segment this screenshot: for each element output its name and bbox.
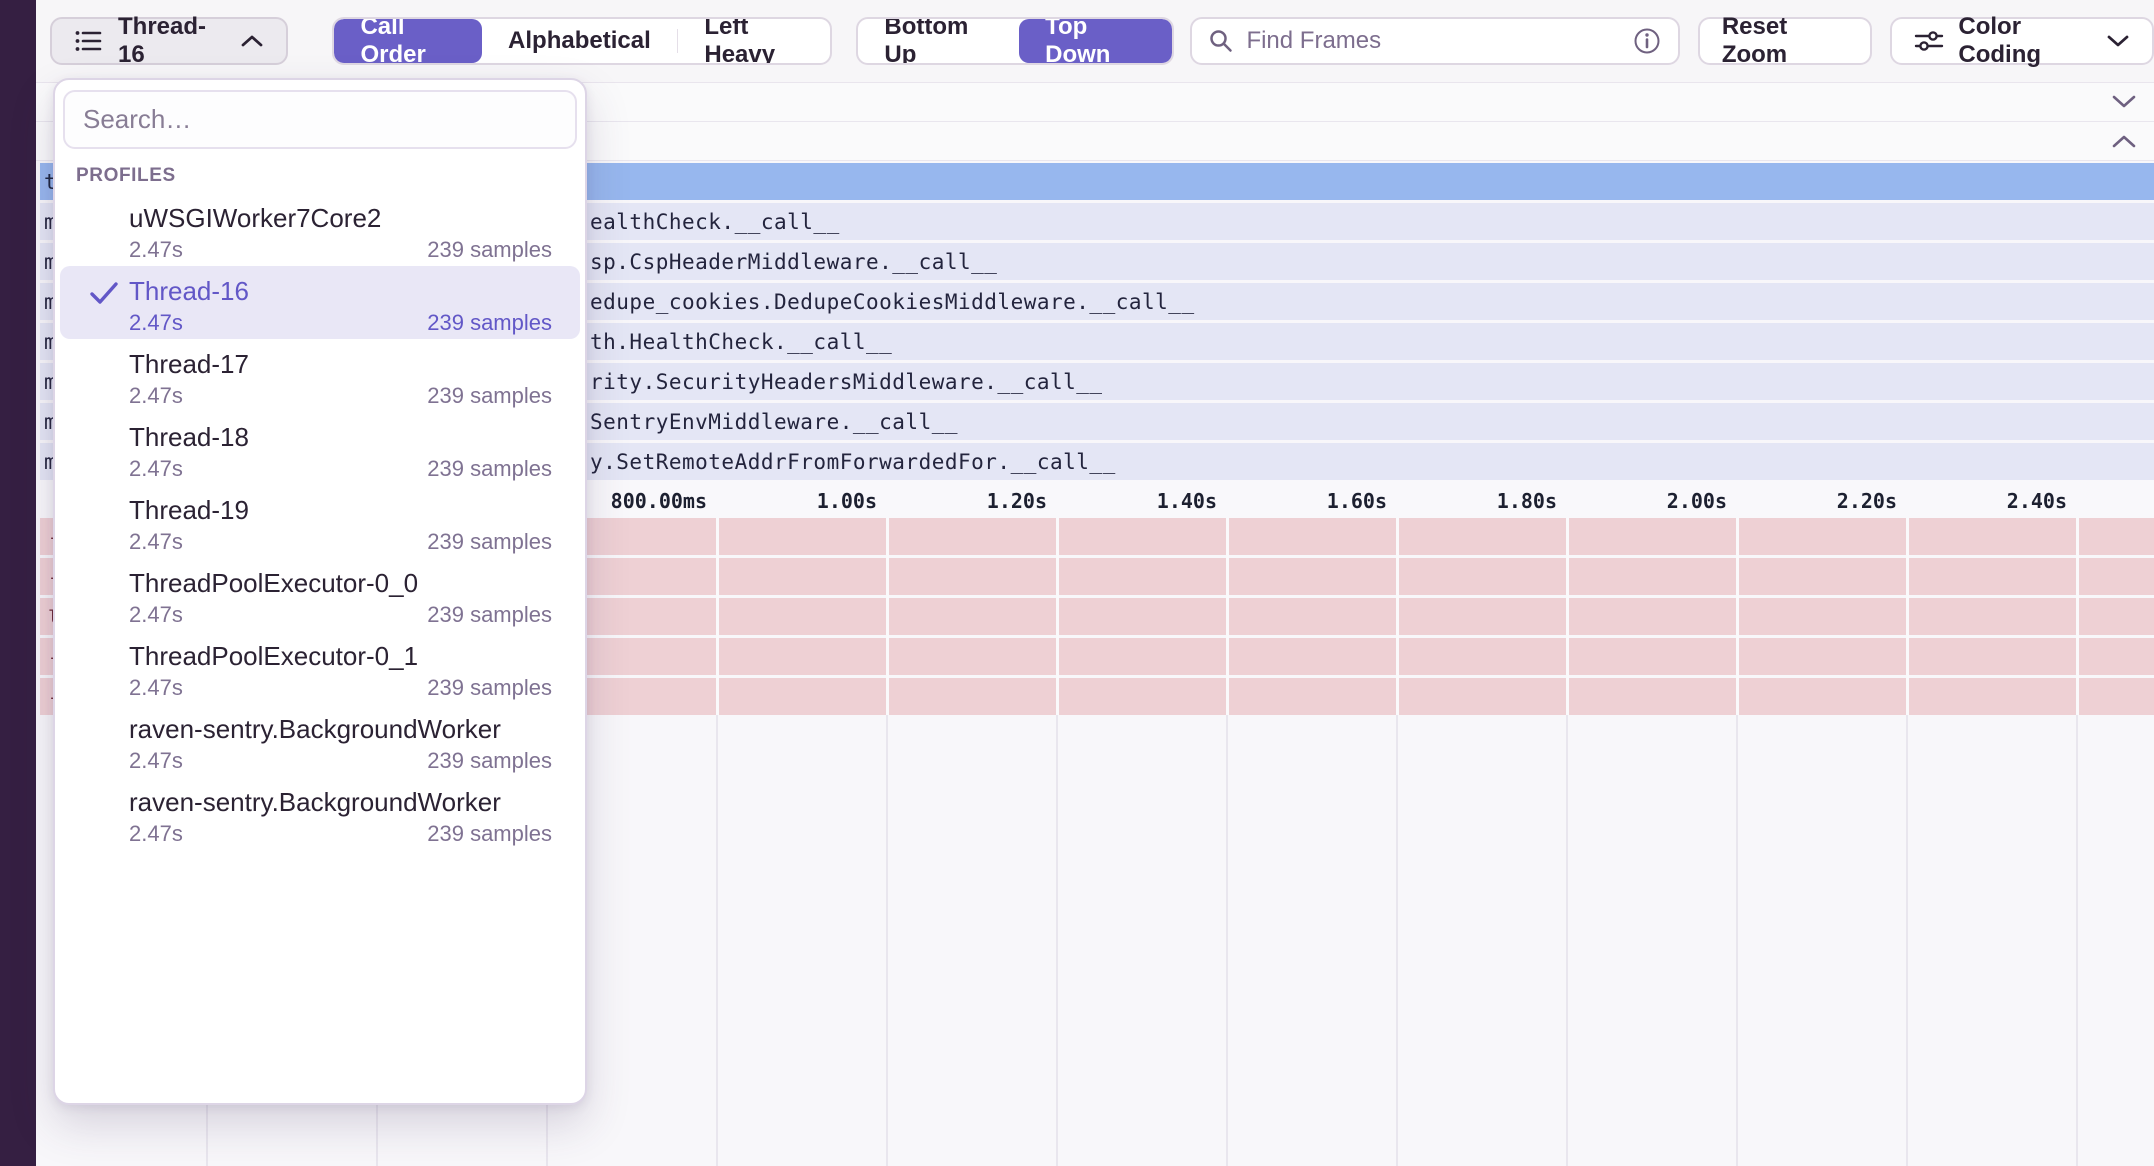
profile-option-raven-sentry-backgroundworker-2[interactable]: raven-sentry.BackgroundWorker 2.47s 239 … [60, 777, 580, 850]
profile-name: raven-sentry.BackgroundWorker [129, 712, 552, 746]
profiles-list: uWSGIWorker7Core2 2.47s 239 samples Thre… [55, 193, 585, 850]
reset-zoom-button[interactable]: Reset Zoom [1698, 17, 1873, 65]
profile-samples: 239 samples [427, 746, 552, 776]
gridline [1226, 518, 1229, 715]
frame-label: edupe_cookies.DedupeCookiesMiddleware.__… [590, 290, 1195, 314]
find-frames-input[interactable] [1246, 27, 1631, 55]
profile-samples: 239 samples [427, 673, 552, 703]
profile-samples: 239 samples [427, 381, 552, 411]
profile-duration: 2.47s [129, 381, 183, 411]
thread-selector-label: Thread-16 [118, 13, 216, 69]
profile-duration: 2.47s [129, 746, 183, 776]
collapse-section-chevron-up-icon[interactable] [2110, 132, 2138, 150]
profile-samples: 239 samples [427, 600, 552, 630]
profile-name: uWSGIWorker7Core2 [129, 201, 552, 235]
expand-section-chevron-down-icon[interactable] [2110, 93, 2138, 111]
profile-duration: 2.47s [129, 308, 183, 338]
profile-name: Thread-18 [129, 420, 552, 454]
profile-name: raven-sentry.BackgroundWorker [129, 785, 552, 819]
profile-duration: 2.47s [129, 600, 183, 630]
profile-samples: 239 samples [427, 308, 552, 338]
axis-tick: 800.00ms [611, 489, 707, 513]
profile-duration: 2.47s [129, 454, 183, 484]
gridline [1056, 518, 1059, 715]
profile-duration: 2.47s [129, 819, 183, 849]
sort-alphabetical[interactable]: Alphabetical [482, 19, 677, 63]
profile-name: Thread-19 [129, 493, 552, 527]
profile-option-thread-19[interactable]: Thread-19 2.47s 239 samples [60, 485, 580, 558]
info-icon[interactable] [1632, 26, 1662, 56]
direction-bottom-up[interactable]: Bottom Up [858, 19, 1019, 63]
profile-name: ThreadPoolExecutor-0_0 [129, 566, 552, 600]
axis-tick: 1.00s [817, 489, 877, 513]
chevron-down-icon [2106, 34, 2130, 48]
thread-selector-button[interactable]: Thread-16 [50, 17, 288, 65]
dropdown-search-input[interactable] [63, 90, 577, 149]
profile-option-threadpoolexecutor-0-0[interactable]: ThreadPoolExecutor-0_0 2.47s 239 samples [60, 558, 580, 631]
profile-option-thread-16[interactable]: Thread-16 2.47s 239 samples [60, 266, 580, 339]
reset-zoom-label: Reset Zoom [1722, 13, 1849, 69]
sliders-icon [1914, 29, 1944, 53]
frame-label: th.HealthCheck.__call__ [590, 330, 892, 354]
flamegraph-toolbar: Thread-16 Call Order Alphabetical Left H… [36, 0, 2154, 83]
profile-name: Thread-17 [129, 347, 552, 381]
axis-tick: 2.00s [1667, 489, 1727, 513]
direction-segmented-control: Bottom Up Top Down [856, 17, 1174, 65]
sort-mode-segmented-control: Call Order Alphabetical Left Heavy [332, 17, 832, 65]
profile-option-uwsgiworker7core2[interactable]: uWSGIWorker7Core2 2.47s 239 samples [60, 193, 580, 266]
gridline [886, 518, 889, 715]
axis-tick: 1.60s [1327, 489, 1387, 513]
gridline [1396, 518, 1399, 715]
gridline [716, 518, 719, 715]
axis-tick: 2.40s [2007, 489, 2067, 513]
profile-name: ThreadPoolExecutor-0_1 [129, 639, 552, 673]
profiles-section-label: PROFILES [76, 165, 585, 187]
profile-duration: 2.47s [129, 235, 183, 265]
left-rail [0, 0, 36, 1166]
search-icon [1208, 28, 1234, 54]
profile-option-thread-18[interactable]: Thread-18 2.47s 239 samples [60, 412, 580, 485]
sort-left-heavy[interactable]: Left Heavy [678, 19, 830, 63]
profile-samples: 239 samples [427, 235, 552, 265]
gridline [1736, 518, 1739, 715]
profile-duration: 2.47s [129, 673, 183, 703]
frame-label: sp.CspHeaderMiddleware.__call__ [590, 250, 997, 274]
profile-samples: 239 samples [427, 454, 552, 484]
profile-option-thread-17[interactable]: Thread-17 2.47s 239 samples [60, 339, 580, 412]
axis-tick: 1.80s [1497, 489, 1557, 513]
profile-samples: 239 samples [427, 819, 552, 849]
axis-tick: 1.20s [987, 489, 1047, 513]
axis-tick: 2.20s [1837, 489, 1897, 513]
gridline [2076, 518, 2079, 715]
frame-label: ealthCheck.__call__ [590, 210, 840, 234]
profile-name: Thread-16 [129, 274, 552, 308]
color-coding-label: Color Coding [1958, 13, 2092, 69]
gridline [1566, 518, 1569, 715]
frame-label: y.SetRemoteAddrFromForwardedFor.__call__ [590, 450, 1116, 474]
color-coding-button[interactable]: Color Coding [1890, 17, 2154, 65]
checkmark-icon [88, 280, 120, 306]
sort-call-order[interactable]: Call Order [334, 19, 482, 63]
profile-samples: 239 samples [427, 527, 552, 557]
frame-label: SentryEnvMiddleware.__call__ [590, 410, 958, 434]
profiling-flamegraph-view: Thread-16 Call Order Alphabetical Left H… [0, 0, 2154, 1166]
thread-selector-dropdown: PROFILES uWSGIWorker7Core2 2.47s 239 sam… [53, 78, 587, 1105]
profile-option-threadpoolexecutor-0-1[interactable]: ThreadPoolExecutor-0_1 2.47s 239 samples [60, 631, 580, 704]
axis-tick: 1.40s [1157, 489, 1217, 513]
profile-option-raven-sentry-backgroundworker-1[interactable]: raven-sentry.BackgroundWorker 2.47s 239 … [60, 704, 580, 777]
gridline [1906, 518, 1909, 715]
direction-top-down[interactable]: Top Down [1019, 19, 1172, 63]
profile-duration: 2.47s [129, 527, 183, 557]
frame-label: rity.SecurityHeadersMiddleware.__call__ [590, 370, 1103, 394]
find-frames-search[interactable] [1190, 17, 1679, 65]
list-icon [74, 28, 104, 54]
chevron-up-icon [240, 34, 264, 48]
